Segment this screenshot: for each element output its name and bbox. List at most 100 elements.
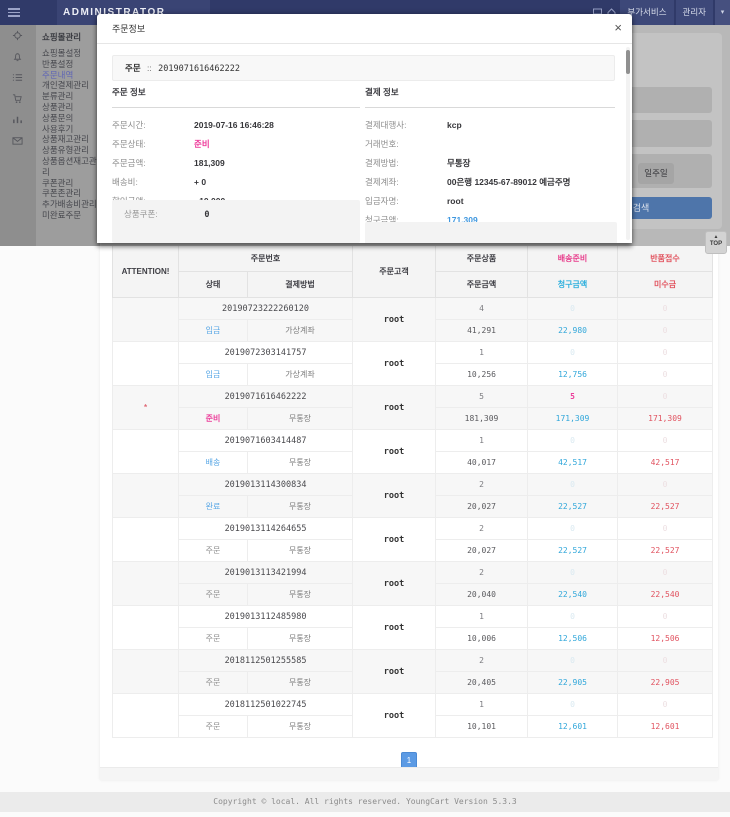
orders-table: ATTENTION! 주문번호 주문고객 주문상품 배송준비 반품접수 상태 결…: [112, 245, 713, 738]
status-cell[interactable]: 준비: [179, 408, 248, 430]
chevron-down-icon[interactable]: ▾: [715, 0, 730, 25]
sidebar-section-title[interactable]: 쇼핑몰관리: [42, 32, 98, 43]
sidebar-item[interactable]: 분류관리: [42, 91, 98, 102]
order-info-title: 주문 정보: [112, 86, 360, 108]
order-number-cell[interactable]: 2019013114300834: [179, 474, 353, 496]
customer-cell: root: [353, 606, 436, 650]
payment-info-row-value: 00은행 12345-67-89012 예금주명: [447, 177, 571, 187]
payment-method-cell: 가상계좌: [248, 320, 353, 342]
order-number-cell[interactable]: 2019072303141757: [179, 342, 353, 364]
status-cell[interactable]: 완료: [179, 496, 248, 518]
modal-title: 주문정보: [112, 14, 145, 44]
order-info-row-label: 주문상태:: [112, 135, 194, 154]
chart-icon[interactable]: [12, 114, 24, 126]
sidebar-item[interactable]: 상품관리: [42, 102, 98, 113]
sidebar-item[interactable]: 쿠폰존관리: [42, 188, 98, 199]
attention-cell: [113, 518, 179, 562]
sidebar-item[interactable]: 추가배송비관리: [42, 199, 98, 210]
return-qty-cell: 0: [618, 386, 713, 408]
order-info-row-value: + 0: [194, 177, 206, 187]
order-number-cell[interactable]: 2019013114264655: [179, 518, 353, 540]
order-amount-cell: 40,017: [436, 452, 528, 474]
payment-method-cell: 무통장: [248, 672, 353, 694]
order-amount-cell: 181,309: [436, 408, 528, 430]
return-qty-cell: 0: [618, 298, 713, 320]
col-items: 주문상품: [436, 246, 528, 272]
scroll-top-label: TOP: [706, 241, 726, 248]
ready-qty-cell: 0: [528, 474, 618, 496]
status-cell[interactable]: 입금: [179, 364, 248, 386]
billed-amount-cell: 12,601: [528, 716, 618, 738]
billed-amount-cell: 12,756: [528, 364, 618, 386]
week-button[interactable]: 일주일: [638, 163, 674, 184]
sidebar-item[interactable]: 미완료주문: [42, 210, 98, 221]
payment-method-cell: 무통장: [248, 452, 353, 474]
list-icon[interactable]: [12, 72, 24, 84]
order-separator: ::: [147, 63, 152, 73]
order-number-cell[interactable]: 2019071616462222: [179, 386, 353, 408]
order-row-top: 20190723222260120root400: [113, 298, 713, 320]
bell-icon[interactable]: [12, 51, 24, 63]
order-number-cell[interactable]: 20190723222260120: [179, 298, 353, 320]
order-info-row-value: 준비: [194, 139, 210, 149]
order-number-cell[interactable]: 2018112501255585: [179, 650, 353, 672]
order-number-bar: 주문 :: 2019071616462222: [112, 55, 615, 81]
item-qty-cell: 1: [436, 694, 528, 716]
order-number-cell[interactable]: 2018112501022745: [179, 694, 353, 716]
status-cell[interactable]: 입금: [179, 320, 248, 342]
order-info-row: 주문상태:준비: [112, 135, 360, 154]
return-qty-cell: 0: [618, 342, 713, 364]
admin-account-button[interactable]: 관리자: [676, 0, 713, 25]
scroll-top-button[interactable]: ▲ TOP: [705, 231, 727, 254]
gear-icon[interactable]: [12, 30, 24, 42]
sidebar-item[interactable]: 쿠폰관리: [42, 178, 98, 189]
sidebar-item[interactable]: 반품설정: [42, 59, 98, 70]
status-cell: 주문: [179, 716, 248, 738]
col-order-no: 주문번호: [179, 246, 353, 272]
sidebar-item[interactable]: 주문내역: [42, 70, 98, 81]
attention-cell: [113, 650, 179, 694]
col-amount: 주문금액: [436, 272, 528, 298]
order-number-cell[interactable]: 2019071603414487: [179, 430, 353, 452]
payment-method-cell: 무통장: [248, 496, 353, 518]
customer-cell: root: [353, 474, 436, 518]
modal-scrollbar-track: [626, 47, 630, 240]
col-unpaid: 미수금: [618, 272, 713, 298]
payment-info-rows: 결제대행사:kcp거래번호:결제방법:무통장결제계좌:00은행 12345-67…: [365, 116, 615, 230]
order-number-cell[interactable]: 2019013112485980: [179, 606, 353, 628]
status-cell[interactable]: 배송: [179, 452, 248, 474]
payment-info-row-label: 입금자명:: [365, 192, 447, 211]
customer-cell: root: [353, 694, 436, 738]
menu-toggle-icon[interactable]: [8, 8, 20, 17]
billed-amount-cell: 22,540: [528, 584, 618, 606]
return-qty-cell: 0: [618, 606, 713, 628]
sidebar-item[interactable]: 사용후기: [42, 124, 98, 135]
sidebar-item[interactable]: 상품재고관리: [42, 134, 98, 145]
modal-scrollbar-thumb[interactable]: [626, 50, 630, 74]
sidebar-item[interactable]: 개인결제관리: [42, 80, 98, 91]
billed-amount-cell: 42,517: [528, 452, 618, 474]
ready-qty-cell: 0: [528, 430, 618, 452]
sidebar-item[interactable]: 쇼핑몰설정: [42, 48, 98, 59]
col-method: 결제방법: [248, 272, 353, 298]
order-number-cell[interactable]: 2019013113421994: [179, 562, 353, 584]
close-icon[interactable]: ×: [614, 19, 622, 37]
attention-cell: [113, 474, 179, 518]
sidebar: 쇼핑몰관리 쇼핑몰설정반품설정주문내역개인결제관리분류관리상품관리상품문의사용후…: [0, 25, 100, 246]
unpaid-amount-cell: 22,540: [618, 584, 713, 606]
payment-info-row-label: 결제대행사:: [365, 116, 447, 135]
order-amount-cell: 20,027: [436, 540, 528, 562]
sidebar-item[interactable]: 상품옵션재고관리: [42, 156, 98, 178]
sidebar-item[interactable]: 상품문의: [42, 113, 98, 124]
order-row-top: 2019072303141757root100: [113, 342, 713, 364]
order-info-row-value: 2019-07-16 16:46:28: [194, 120, 274, 130]
billed-amount-cell: 171,309: [528, 408, 618, 430]
return-qty-cell: 0: [618, 650, 713, 672]
sidebar-menu: 쇼핑몰관리 쇼핑몰설정반품설정주문내역개인결제관리분류관리상품관리상품문의사용후…: [42, 32, 98, 221]
payment-info-row-label: 결제계좌:: [365, 173, 447, 192]
cart-icon[interactable]: [12, 93, 24, 105]
sidebar-item[interactable]: 상품유형관리: [42, 145, 98, 156]
return-qty-cell: 0: [618, 562, 713, 584]
mail-icon[interactable]: [12, 135, 24, 147]
arrow-up-icon: ▲: [706, 232, 726, 241]
